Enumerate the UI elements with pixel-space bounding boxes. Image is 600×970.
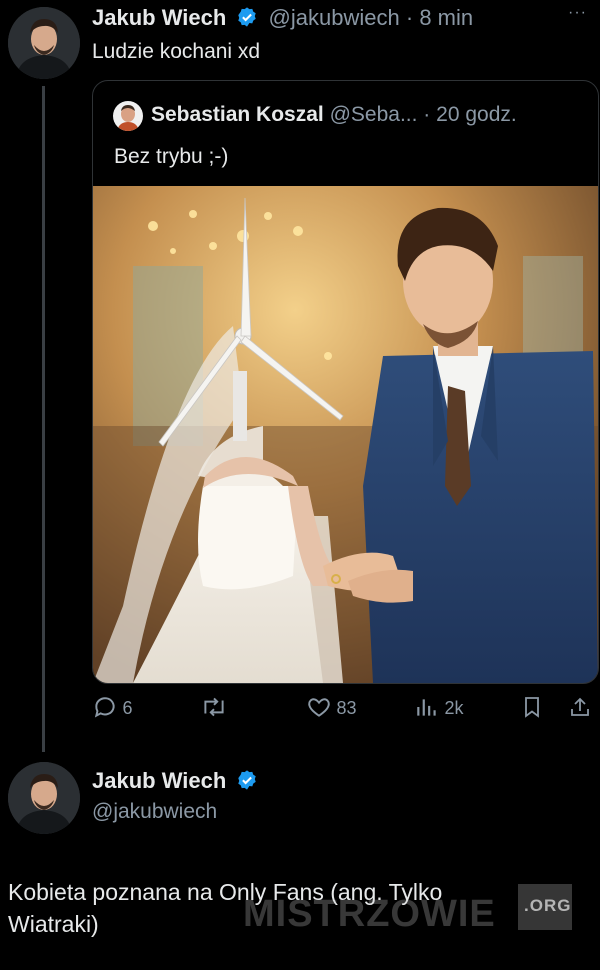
views-icon [417,699,436,716]
timestamp[interactable]: 8 min [419,5,473,30]
thread-line [42,86,45,752]
more-icon[interactable]: ··· [568,4,587,22]
quoted-timestamp[interactable]: 20 godz. [436,103,517,126]
reply-header: Jakub Wiech [92,768,258,797]
separator: · [405,5,414,30]
reply-count: 6 [122,698,133,718]
tweet-text: Ludzie kochani xd [92,40,261,63]
reply-author-name[interactable]: Jakub Wiech [92,768,226,793]
quoted-text: Bez trybu ;-) [114,145,229,168]
heart-icon [308,698,330,717]
quoted-separator: · [423,103,431,126]
reply-button[interactable]: 6 [92,694,132,720]
quoted-author-handle[interactable]: @Seba... [330,103,418,126]
site-watermark: MISTRZOWIE [243,893,496,935]
like-button[interactable]: 83 [306,694,356,720]
reply-author-avatar[interactable] [8,762,80,834]
author-handle[interactable]: @jakubwiech [269,5,400,30]
share-icon [571,697,589,716]
wedding-photo[interactable] [93,186,598,683]
quoted-tweet[interactable]: Sebastian Koszal @Seba... · 20 godz. Bez… [92,80,599,684]
bookmark-icon [525,697,539,718]
repost-button[interactable] [200,694,228,720]
views-count: 2k [444,698,464,718]
verified-badge-icon [236,6,258,34]
like-count: 83 [336,698,357,718]
reply-author-handle[interactable]: @jakubwiech [92,800,217,824]
reply-verified-badge-icon [236,769,258,797]
bookmark-button[interactable] [520,694,544,725]
watermark-suffix: .ORG [524,896,572,915]
author-avatar[interactable] [8,7,80,79]
watermark-badge: .ORG [518,884,572,930]
author-name[interactable]: Jakub Wiech [92,5,226,30]
action-bar: 6 83 2k [92,692,597,726]
tweet-header: Jakub Wiech @jakubwiech · 8 min [92,5,473,34]
share-button[interactable] [568,694,592,725]
quoted-header: Sebastian Koszal @Seba... · 20 godz. [151,103,517,127]
reply-icon [94,697,115,718]
views-button[interactable]: 2k [414,694,463,720]
repost-icon [204,697,224,717]
quoted-avatar[interactable] [113,101,143,131]
quoted-author-name[interactable]: Sebastian Koszal [151,103,324,126]
